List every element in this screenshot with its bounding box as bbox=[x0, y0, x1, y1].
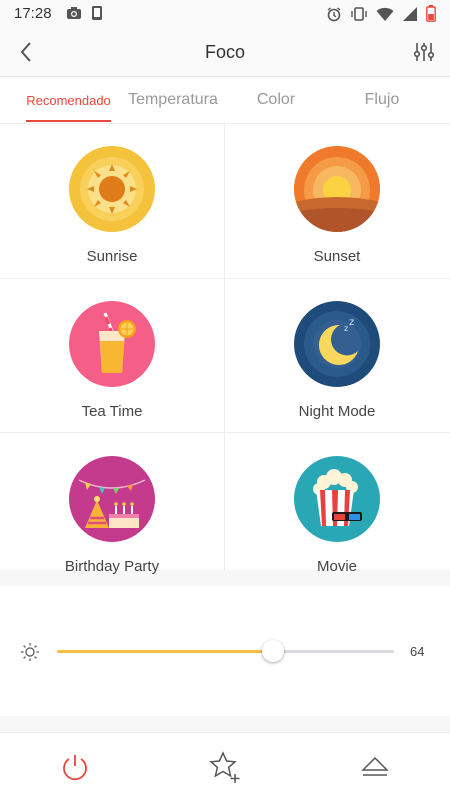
scene-label: Movie bbox=[316, 558, 357, 575]
power-icon bbox=[63, 755, 87, 781]
active-tab-indicator bbox=[26, 120, 111, 122]
tab-color[interactable]: Color bbox=[236, 77, 316, 123]
status-left-icons bbox=[66, 5, 104, 21]
tab-recomendado[interactable]: Recomendado bbox=[20, 77, 117, 123]
scene-movie[interactable]: Movie bbox=[225, 434, 449, 588]
scene-label: Sunset bbox=[313, 248, 361, 265]
scene-label: Sunrise bbox=[86, 248, 138, 265]
brightness-value: 64 bbox=[410, 644, 425, 659]
vibrate-icon bbox=[351, 6, 367, 21]
brightness-slider[interactable] bbox=[57, 650, 394, 653]
popcorn-3d-glasses-icon bbox=[294, 456, 380, 542]
settings-button[interactable] bbox=[410, 38, 438, 66]
scene-night-mode[interactable]: z z Night Mode bbox=[225, 279, 449, 433]
party-hat-cake-icon bbox=[69, 456, 155, 542]
add-favorite-button[interactable] bbox=[207, 749, 243, 785]
scene-label: Night Mode bbox=[298, 403, 376, 420]
app-header: Foco bbox=[0, 28, 450, 77]
brightness-panel: 64 bbox=[0, 586, 450, 716]
brightness-icon bbox=[21, 643, 39, 661]
sunrise-icon bbox=[69, 146, 155, 232]
status-time: 17:28 bbox=[14, 5, 52, 22]
brightness-slider-fill bbox=[57, 650, 273, 653]
eject-icon bbox=[361, 756, 389, 776]
scene-tea-time[interactable]: Tea Time bbox=[0, 279, 224, 433]
phone-screen-icon bbox=[92, 6, 102, 20]
tab-temperatura[interactable]: Temperatura bbox=[120, 77, 226, 123]
sliders-icon bbox=[413, 43, 435, 61]
power-button[interactable] bbox=[57, 749, 93, 785]
alarm-icon bbox=[327, 6, 341, 21]
scene-label: Tea Time bbox=[81, 403, 143, 420]
scene-grid: Sunrise Sunset Tea Time z z Night Mode B… bbox=[0, 124, 450, 575]
bottom-toolbar bbox=[0, 732, 450, 801]
moon-icon: z z bbox=[294, 301, 380, 387]
tab-bar: Recomendado Temperatura Color Flujo bbox=[0, 77, 450, 124]
signal-icon bbox=[403, 6, 417, 21]
eject-button[interactable] bbox=[357, 749, 393, 785]
star-add-icon bbox=[209, 751, 240, 783]
sunset-icon bbox=[294, 146, 380, 232]
wifi-icon bbox=[376, 7, 394, 21]
scene-sunset[interactable]: Sunset bbox=[225, 124, 449, 278]
camera-icon bbox=[67, 7, 81, 19]
scene-sunrise[interactable]: Sunrise bbox=[0, 124, 224, 278]
juice-glass-icon bbox=[69, 301, 155, 387]
svg-text:z: z bbox=[344, 324, 348, 333]
battery-low-icon bbox=[426, 5, 436, 22]
page-title: Foco bbox=[204, 42, 246, 62]
tab-flujo[interactable]: Flujo bbox=[342, 77, 422, 123]
scene-birthday-party[interactable]: Birthday Party bbox=[0, 434, 224, 588]
brightness-slider-thumb[interactable] bbox=[261, 640, 284, 662]
scene-label: Birthday Party bbox=[64, 558, 160, 575]
status-right-icons bbox=[326, 5, 436, 22]
svg-text:z: z bbox=[349, 317, 354, 328]
status-bar: 17:28 bbox=[0, 0, 450, 28]
